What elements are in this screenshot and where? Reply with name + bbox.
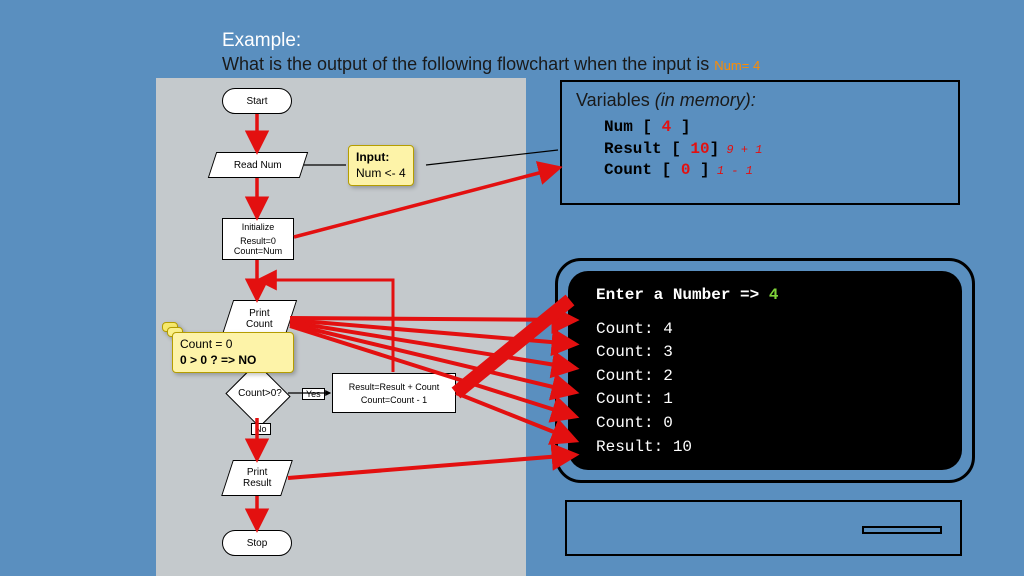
var-num: Num [ 4 ] xyxy=(604,117,944,139)
flowchart-panel xyxy=(156,78,526,576)
initialize-node: Initialize Result=0 Count=Num xyxy=(222,218,294,260)
start-node: Start xyxy=(222,88,292,114)
decision-label: Count>0? xyxy=(236,388,284,399)
no-label: No xyxy=(251,423,271,435)
yes-label: Yes xyxy=(302,388,325,400)
var-count: Count [ 0 ] 1 - 1 xyxy=(604,160,944,182)
terminal-line: Count: 3 xyxy=(596,342,934,364)
question-text: What is the output of the following flow… xyxy=(222,54,760,75)
computer-base xyxy=(565,500,962,556)
terminal-line: Count: 2 xyxy=(596,366,934,388)
input-sticky: Input: Num <- 4 xyxy=(348,145,414,186)
terminal-line: Count: 1 xyxy=(596,389,934,411)
count-sticky: Count = 0 0 > 0 ? => NO xyxy=(172,332,294,373)
var-result: Result [ 10] 9 + 1 xyxy=(604,139,944,161)
terminal-line: Result: 10 xyxy=(596,437,934,459)
loop-body-node: Result=Result + Count Count=Count - 1 xyxy=(332,373,456,413)
drive-slot-icon xyxy=(862,526,942,534)
variables-panel: Variables (in memory): Num [ 4 ] Result … xyxy=(560,80,960,205)
read-num-node: Read Num xyxy=(208,152,308,178)
title-block: Example: What is the output of the follo… xyxy=(222,30,760,75)
terminal-output: Enter a Number => 4 Count: 4 Count: 3 Co… xyxy=(568,271,962,470)
print-result-node: Print Result xyxy=(221,460,293,496)
stop-node: Stop xyxy=(222,530,292,556)
terminal-line: Count: 0 xyxy=(596,413,934,435)
variables-title: Variables (in memory): xyxy=(576,90,944,111)
example-heading: Example: xyxy=(222,30,760,52)
terminal-prompt: Enter a Number => 4 xyxy=(596,285,934,307)
terminal-screen: Enter a Number => 4 Count: 4 Count: 3 Co… xyxy=(555,258,975,483)
terminal-line: Count: 4 xyxy=(596,319,934,341)
